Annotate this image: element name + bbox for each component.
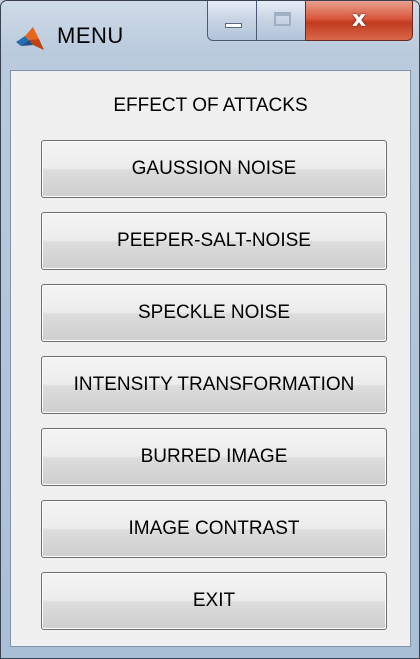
maximize-icon <box>274 12 291 26</box>
close-icon: x <box>351 7 367 32</box>
image-contrast-button[interactable]: IMAGE CONTRAST <box>41 500 387 558</box>
menu-window: MENU x EFFECT OF ATTACKS GAUSSION NOISE … <box>0 0 420 659</box>
close-button[interactable]: x <box>305 1 413 41</box>
title-bar[interactable]: MENU x <box>1 1 419 71</box>
matlab-icon <box>15 26 45 52</box>
panel-heading: EFFECT OF ATTACKS <box>113 95 308 116</box>
minimize-button[interactable] <box>207 1 257 41</box>
gaussian-noise-button[interactable]: GAUSSION NOISE <box>41 140 387 198</box>
window-controls: x <box>207 1 417 41</box>
window-title: MENU <box>57 23 124 48</box>
minimize-icon <box>225 23 242 28</box>
menu-panel: EFFECT OF ATTACKS GAUSSION NOISE PEEPER-… <box>10 70 411 647</box>
pepper-salt-noise-button[interactable]: PEEPER-SALT-NOISE <box>41 212 387 270</box>
blurred-image-button[interactable]: BURRED IMAGE <box>41 428 387 486</box>
exit-button[interactable]: EXIT <box>41 572 387 630</box>
speckle-noise-button[interactable]: SPECKLE NOISE <box>41 284 387 342</box>
maximize-button[interactable] <box>256 1 306 41</box>
intensity-transformation-button[interactable]: INTENSITY TRANSFORMATION <box>41 356 387 414</box>
